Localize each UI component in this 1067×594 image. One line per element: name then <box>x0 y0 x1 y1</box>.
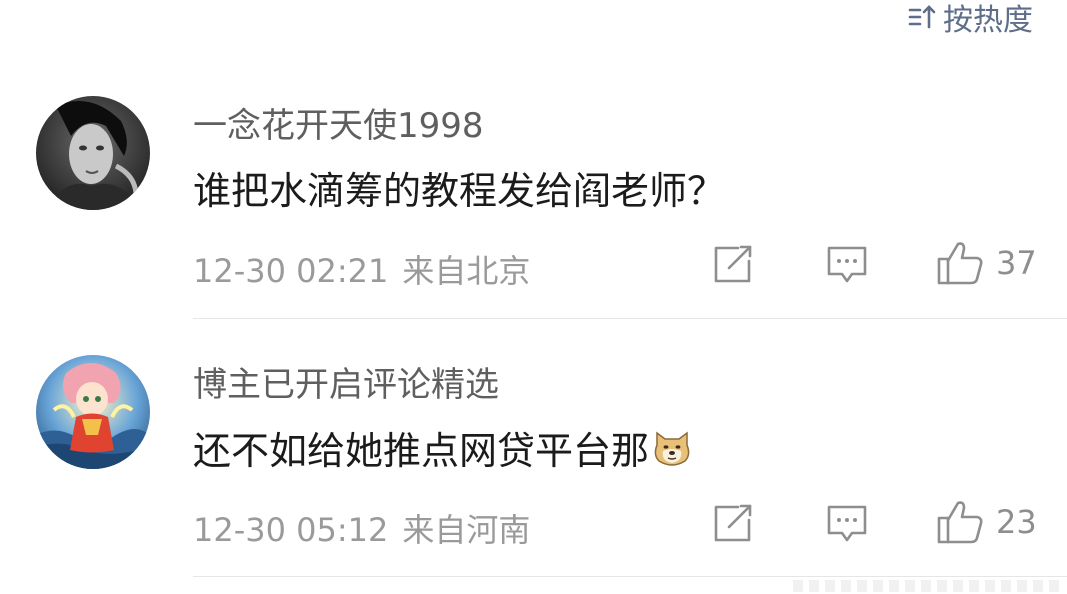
like-button[interactable]: 37 <box>936 240 1037 286</box>
thumbs-up-icon <box>937 242 983 285</box>
comment-text: 还不如给她推点网贷平台那 <box>193 420 693 475</box>
share-button[interactable] <box>712 504 754 544</box>
like-count: 23 <box>996 503 1037 541</box>
share-icon <box>714 504 752 542</box>
bottom-watermark <box>193 576 1067 594</box>
username[interactable]: 博主已开启评论精选 <box>193 357 499 406</box>
sort-swap-icon <box>908 5 936 29</box>
thumbs-up-icon <box>937 501 983 544</box>
comment-time: 12-30 05:12 <box>193 511 389 549</box>
comment-text: 谁把水滴筹的教程发给阎老师？ <box>193 160 725 215</box>
username[interactable]: 一念花开天使1998 <box>193 98 484 147</box>
sort-toggle[interactable]: 按热度 <box>907 0 1033 38</box>
sort-label: 按热度 <box>943 3 1033 38</box>
comment-icon <box>827 505 867 542</box>
comment-item: 博主已开启评论精选 还不如给她推点网贷平台那 12-30 05:12 来自河南 <box>0 318 1067 576</box>
comment-text-body: 还不如给她推点网贷平台那 <box>193 429 650 473</box>
comment-location: 来自北京 <box>402 252 531 290</box>
comment-item: 一念花开天使1998 谁把水滴筹的教程发给阎老师？ 12-30 02:21 来自北… <box>0 60 1067 318</box>
doge-emoji <box>654 431 690 466</box>
comment-location: 来自河南 <box>402 511 531 549</box>
reply-button[interactable] <box>826 503 868 545</box>
share-button[interactable] <box>712 245 754 285</box>
comment-meta: 12-30 05:12 来自河南 <box>193 505 530 551</box>
share-icon <box>714 245 752 283</box>
comment-time: 12-30 02:21 <box>193 252 389 290</box>
like-button[interactable]: 23 <box>936 499 1037 545</box>
avatar[interactable] <box>36 96 150 210</box>
comment-text-body: 谁把水滴筹的教程发给阎老师？ <box>193 169 726 213</box>
comment-meta: 12-30 02:21 来自北京 <box>193 246 530 292</box>
like-count: 37 <box>996 244 1037 282</box>
reply-button[interactable] <box>826 244 868 286</box>
comment-icon <box>827 246 867 283</box>
avatar[interactable] <box>36 355 150 469</box>
